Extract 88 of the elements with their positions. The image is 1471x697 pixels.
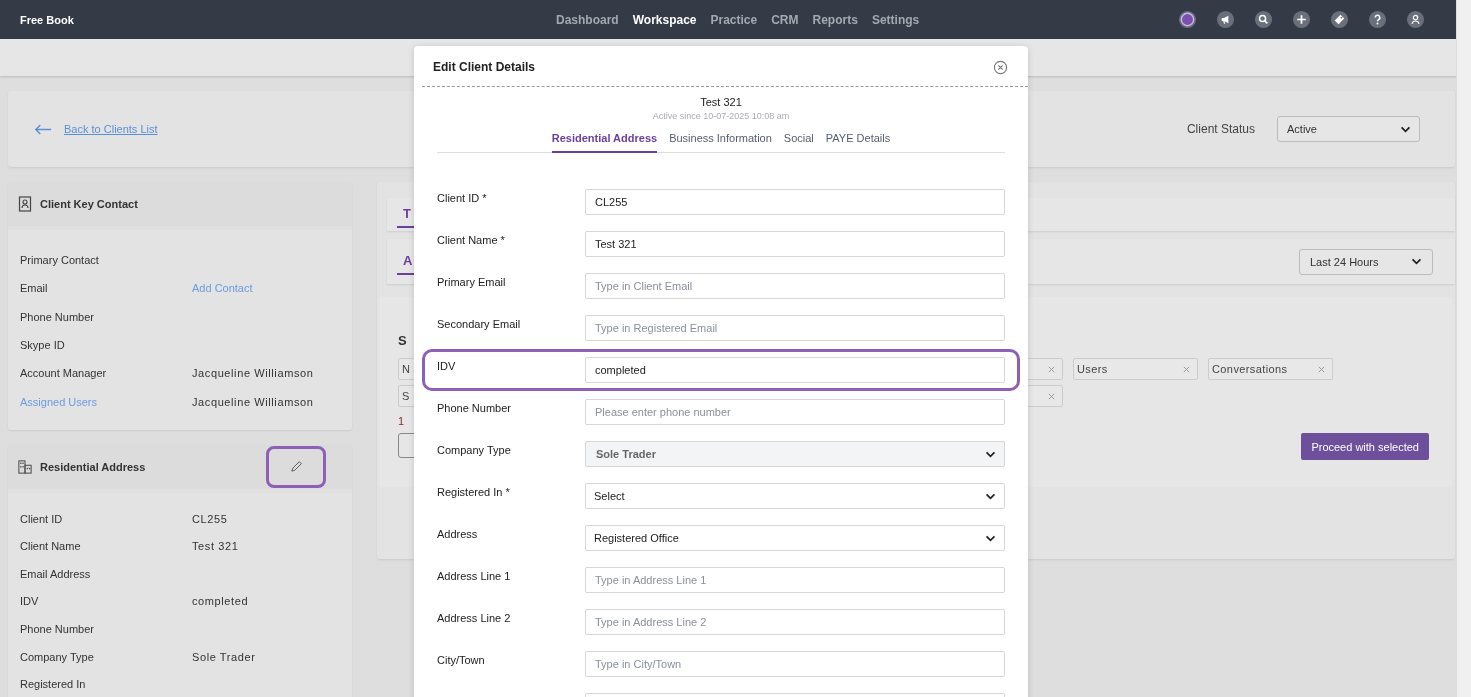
- field-value: Test 321: [192, 540, 239, 553]
- remove-icon[interactable]: [1047, 364, 1056, 374]
- field-label: Account Manager: [20, 367, 108, 380]
- input-field[interactable]: Please enter phone number: [585, 399, 1005, 425]
- nav-link[interactable]: Workspace: [632, 12, 697, 27]
- field-label: Email: [20, 282, 49, 295]
- field-label: Client ID: [20, 512, 64, 525]
- client-name: Test 321: [700, 96, 742, 108]
- nav-link[interactable]: Dashboard: [556, 12, 619, 27]
- dialog-title: Edit Client Details: [433, 60, 536, 74]
- filter-chip[interactable]: Conversations: [1208, 358, 1333, 380]
- field-label: Skype ID: [20, 339, 66, 352]
- field-value: Jacqueline Williamson: [192, 395, 314, 408]
- close-icon[interactable]: [993, 59, 1008, 75]
- input-field[interactable]: Type in Address Line 1: [585, 567, 1005, 593]
- tab[interactable]: Business Information: [669, 128, 772, 153]
- field-label: Primary Email: [437, 276, 506, 288]
- field-label: Client ID *: [437, 192, 487, 204]
- chevron-down-icon: [985, 534, 996, 542]
- field-label: Secondary Email: [437, 318, 521, 330]
- input-field[interactable]: completed: [585, 357, 1005, 383]
- select-field[interactable]: Select: [585, 483, 1005, 509]
- remove-icon[interactable]: [1182, 364, 1191, 374]
- field-label: Phone Number: [437, 402, 511, 414]
- input-field[interactable]: Test 321: [585, 231, 1005, 257]
- input-field[interactable]: Type in Client Email: [585, 273, 1005, 299]
- field-label: Registered In: [20, 678, 87, 691]
- search-icon[interactable]: [1254, 10, 1273, 29]
- field-label: Client Name *: [437, 234, 505, 246]
- input-field[interactable]: Type in Registered Email: [585, 315, 1005, 341]
- field-label: Address Line 1: [437, 570, 511, 582]
- select-field[interactable]: Registered Office: [585, 525, 1005, 551]
- field-label: IDV: [20, 595, 40, 608]
- user-icon[interactable]: [1406, 10, 1425, 29]
- card-title: Residential Address: [40, 460, 146, 473]
- field-label: Primary Contact: [20, 254, 100, 267]
- pencil-icon: [289, 460, 303, 474]
- input-field[interactable]: Type in Address Line 2: [585, 609, 1005, 635]
- tab[interactable]: Social: [783, 128, 814, 153]
- field-label: Email Address: [20, 567, 92, 580]
- filter-chip[interactable]: Users: [1073, 358, 1198, 380]
- scrollbar[interactable]: [1456, 0, 1471, 697]
- chevron-down-icon: [985, 492, 996, 500]
- nav-link[interactable]: Settings: [871, 12, 920, 27]
- field-label: Company Type: [437, 444, 511, 456]
- field-value: completed: [192, 595, 249, 608]
- field-label: Company Type: [20, 650, 95, 663]
- field-value: Jacqueline Williamson: [192, 367, 314, 380]
- chevron-down-icon: [985, 450, 996, 458]
- input-field[interactable]: CL255: [585, 189, 1005, 215]
- field-label: Registered In *: [437, 486, 510, 498]
- active-since-text: Active since 10-07-2025 10:08 am: [652, 111, 790, 121]
- edit-button[interactable]: [266, 445, 326, 488]
- status-label: Client Status: [1186, 122, 1255, 136]
- tab[interactable]: Residential Address: [551, 128, 658, 153]
- help-icon[interactable]: [1368, 10, 1387, 29]
- remove-icon[interactable]: [1317, 364, 1326, 374]
- field-label: Client Name: [20, 540, 82, 553]
- nav-link[interactable]: Reports: [812, 12, 858, 27]
- card-title: Client Key Contact: [40, 198, 138, 210]
- remove-icon[interactable]: [1047, 391, 1056, 401]
- field-value: Sole Trader: [192, 650, 256, 663]
- chevron-down-icon: [1400, 125, 1411, 133]
- range-select[interactable]: Last 24 Hours: [1299, 248, 1433, 275]
- tab[interactable]: PAYE Details: [825, 128, 891, 153]
- field-label: IDV: [437, 360, 456, 372]
- field-value: CL255: [192, 512, 228, 525]
- contact-book-icon: [18, 196, 32, 212]
- ticket-icon[interactable]: [1330, 10, 1349, 29]
- field-label: Address: [437, 528, 478, 540]
- nav-link[interactable]: Practice: [710, 12, 758, 27]
- proceed-button[interactable]: Proceed with selected: [1301, 433, 1429, 460]
- nav-link[interactable]: CRM: [771, 12, 799, 27]
- section-heading: S: [398, 333, 407, 348]
- field-label: Address Line 2: [437, 612, 511, 624]
- field-label: Phone Number: [20, 622, 95, 635]
- field-label: Phone Number: [20, 310, 95, 323]
- add-icon[interactable]: [1292, 10, 1311, 29]
- avatar-icon[interactable]: [1178, 10, 1197, 29]
- brand-name[interactable]: Free Book: [20, 13, 74, 26]
- back-arrow-icon[interactable]: [34, 123, 52, 135]
- input-field[interactable]: Type in City/Town: [585, 651, 1005, 677]
- building-icon: [18, 458, 32, 475]
- chevron-down-icon: [1411, 258, 1422, 265]
- field-label: City/Town: [437, 654, 485, 666]
- count-text: 1: [398, 415, 405, 427]
- megaphone-icon[interactable]: [1216, 10, 1235, 29]
- status-select[interactable]: Active: [1277, 116, 1420, 142]
